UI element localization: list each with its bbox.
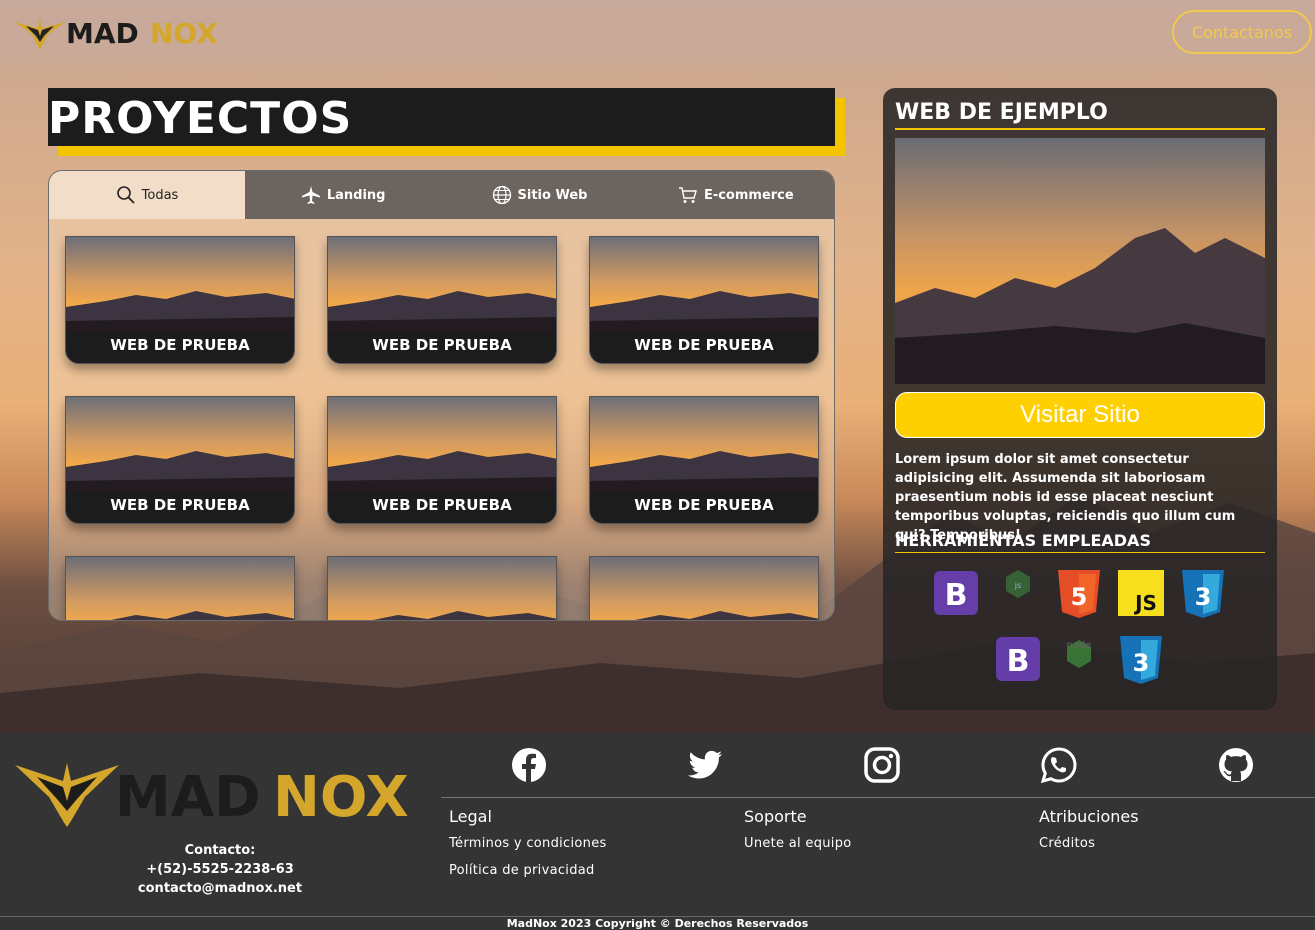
footer-column-legal: Legal Términos y condiciones Política de…	[449, 807, 709, 890]
contact-label: Contacto:	[184, 843, 256, 858]
project-title: WEB DE PRUEBA	[372, 336, 512, 354]
tab-ecommerce[interactable]: E-commerce	[638, 171, 834, 219]
svg-text:JS: JS	[1133, 591, 1157, 615]
footer-contact: Contacto: +(52)-5525-2238-63 contacto@ma…	[60, 841, 380, 898]
project-card[interactable]: WEB DE PRUEBA	[327, 236, 557, 364]
project-title: WEB DE PRUEBA	[372, 496, 512, 514]
tab-sitio-web[interactable]: Sitio Web	[441, 171, 637, 219]
svg-text:MAD: MAD	[115, 765, 261, 827]
nodejs-icon: node	[1067, 640, 1092, 668]
column-title: Soporte	[744, 807, 807, 826]
footer-column-attributions: Atribuciones Créditos	[1039, 807, 1299, 863]
svg-text:B: B	[945, 578, 968, 613]
svg-text:B: B	[1007, 644, 1030, 679]
join-team-link[interactable]: Unete al equipo	[744, 836, 1004, 851]
filter-tabs: Todas Landing Sitio Web E-commerce	[49, 171, 834, 219]
javascript-icon: JS	[1118, 570, 1164, 616]
cart-icon	[678, 187, 697, 203]
project-card[interactable]: WEB DE PRUEBA	[65, 236, 295, 364]
search-icon	[116, 186, 135, 204]
project-title: WEB DE PRUEBA	[110, 496, 250, 514]
plane-icon	[301, 186, 320, 204]
project-card[interactable]	[589, 556, 819, 620]
copyright: MadNox 2023 Copyright © Derechos Reserva…	[506, 917, 809, 930]
tab-label: Sitio Web	[517, 187, 588, 203]
detail-title: WEB DE EJEMPLO	[895, 100, 1265, 130]
project-title: WEB DE PRUEBA	[634, 336, 774, 354]
project-card[interactable]: WEB DE PRUEBA	[589, 396, 819, 524]
projects-panel: Todas Landing Sitio Web E-commerce WEB D…	[48, 170, 835, 621]
project-title: WEB DE PRUEBA	[634, 496, 774, 514]
project-title: WEB DE PRUEBA	[110, 336, 250, 354]
svg-text:3: 3	[1195, 583, 1212, 611]
svg-text:5: 5	[1071, 583, 1088, 611]
tab-label: E-commerce	[703, 187, 794, 203]
credits-link[interactable]: Créditos	[1039, 836, 1299, 851]
tab-todas[interactable]: Todas	[49, 171, 245, 219]
project-thumbnail	[66, 397, 294, 493]
tab-label: Todas	[141, 187, 179, 203]
project-thumbnail	[590, 397, 818, 493]
tools-heading: HERRAMIENTAS EMPLEADAS	[895, 531, 1265, 553]
project-card[interactable]	[327, 556, 557, 620]
site-header: MAD NOX Contactanos	[0, 0, 1315, 64]
contact-email[interactable]: contacto@madnox.net	[60, 879, 380, 898]
svg-text:MAD: MAD	[66, 17, 139, 50]
html5-icon: 5	[1058, 570, 1100, 618]
bootstrap-icon: B	[996, 637, 1040, 681]
twitter-icon[interactable]	[688, 747, 724, 783]
instagram-icon[interactable]	[864, 747, 900, 783]
project-card[interactable]: WEB DE PRUEBA	[327, 396, 557, 524]
svg-text:NOX: NOX	[150, 17, 218, 50]
column-title: Legal	[449, 807, 492, 826]
project-card[interactable]	[65, 556, 295, 620]
column-title: Atribuciones	[1039, 807, 1139, 826]
svg-text:NOX: NOX	[273, 765, 409, 827]
project-thumbnail	[328, 237, 556, 333]
css3-icon: 3	[1182, 570, 1224, 618]
svg-text:node: node	[1067, 640, 1092, 651]
whatsapp-icon[interactable]	[1041, 747, 1077, 783]
project-thumbnail	[590, 557, 818, 620]
madnox-logo[interactable]: MAD NOX	[12, 12, 227, 52]
project-thumbnail	[66, 237, 294, 333]
terms-link[interactable]: Términos y condiciones	[449, 836, 709, 851]
project-thumbnail	[328, 397, 556, 493]
detail-preview-image	[895, 138, 1265, 384]
tab-label: Landing	[326, 187, 386, 203]
nodejs-icon: js	[1006, 570, 1030, 598]
madnox-logo[interactable]: MAD NOX	[15, 761, 427, 827]
project-card[interactable]: WEB DE PRUEBA	[589, 236, 819, 364]
project-thumbnail	[66, 557, 294, 620]
project-card[interactable]: WEB DE PRUEBA	[65, 396, 295, 524]
contact-button[interactable]: Contactanos	[1172, 10, 1312, 54]
privacy-link[interactable]: Política de privacidad	[449, 863, 709, 878]
github-icon[interactable]	[1218, 747, 1254, 783]
project-detail-panel: WEB DE EJEMPLO Visitar Sitio Lorem ipsum…	[883, 88, 1277, 710]
footer-divider	[441, 797, 1315, 798]
contact-phone[interactable]: +(52)-5525-2238-63	[60, 860, 380, 879]
css3-icon: 3	[1120, 636, 1162, 684]
site-footer: MAD NOX Contacto: +(52)-5525-2238-63 con…	[0, 733, 1315, 930]
project-thumbnail	[328, 557, 556, 620]
svg-text:3: 3	[1133, 649, 1150, 677]
visit-site-button[interactable]: Visitar Sitio	[895, 392, 1265, 438]
facebook-icon[interactable]	[511, 747, 547, 783]
project-thumbnail	[590, 237, 818, 333]
tab-landing[interactable]: Landing	[245, 171, 441, 219]
globe-icon	[492, 185, 511, 205]
footer-column-support: Soporte Unete al equipo	[744, 807, 1004, 863]
svg-text:js: js	[1014, 581, 1021, 590]
bootstrap-icon: B	[934, 571, 978, 615]
page-title: PROYECTOS	[48, 88, 835, 146]
